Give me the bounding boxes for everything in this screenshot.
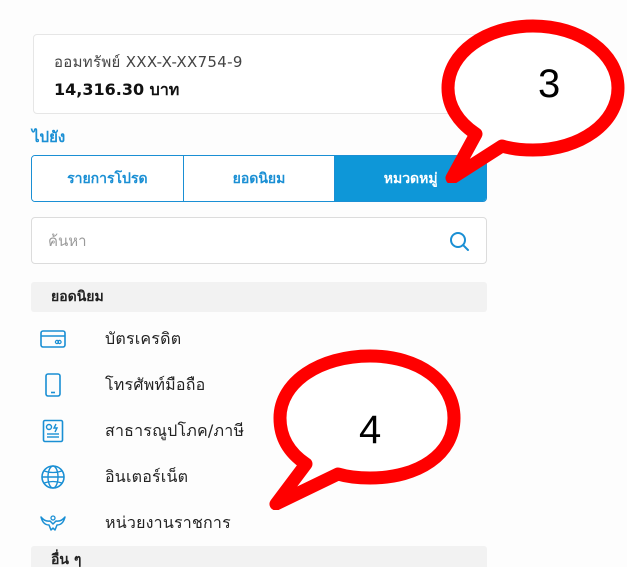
tab-favorites[interactable]: รายการโปรด (32, 156, 184, 201)
utility-bill-icon (39, 417, 67, 445)
category-tabs: รายการโปรด ยอดนิยม หมวดหมู่ (31, 155, 487, 202)
section-header-popular: ยอดนิยม (31, 282, 487, 312)
callout-number-4: 4 (359, 408, 382, 452)
list-item-label: บัตรเครดิต (105, 328, 182, 348)
callout-bubble-3 (441, 19, 625, 183)
search-input[interactable] (48, 231, 448, 250)
globe-icon (39, 463, 67, 491)
account-card[interactable]: ออมทรัพย์ XXX-X-XX754-9 14,316.30 บาท (33, 34, 486, 114)
garuda-icon (39, 509, 67, 537)
callout-number-3: 3 (538, 62, 561, 106)
tab-popular[interactable]: ยอดนิยม (183, 156, 336, 201)
bill-payment-screen: ออมทรัพย์ XXX-X-XX754-9 14,316.30 บาท ไป… (0, 0, 627, 567)
search-box (31, 217, 487, 264)
mobile-phone-icon (39, 371, 67, 399)
section-header-others: อื่น ๆ (31, 546, 487, 567)
list-item-label: สาธารณูปโภค/ภาษี (105, 420, 245, 440)
goto-label: ไปยัง (32, 128, 66, 146)
credit-card-icon (39, 325, 67, 353)
list-item-label: อินเตอร์เน็ต (105, 466, 189, 486)
list-item-label: หน่วยงานราชการ (105, 512, 231, 532)
list-item-label: โทรศัพท์มือถือ (105, 374, 206, 394)
account-balance: 14,316.30 บาท (54, 80, 180, 99)
account-name: ออมทรัพย์ XXX-X-XX754-9 (54, 53, 243, 71)
search-icon[interactable] (448, 230, 470, 252)
